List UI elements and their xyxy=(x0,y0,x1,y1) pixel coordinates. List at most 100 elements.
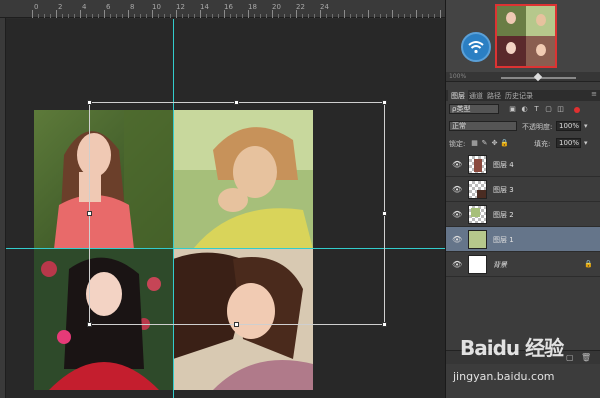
navigator-panel xyxy=(446,0,600,72)
ruler-tick xyxy=(428,14,429,18)
filter-type-icon[interactable]: T xyxy=(532,105,541,114)
tab-history[interactable]: 历史记录 xyxy=(502,90,536,101)
layer-name[interactable]: 图层 2 xyxy=(493,210,514,220)
zoom-thumb[interactable] xyxy=(533,72,543,82)
ruler-tick xyxy=(146,14,147,18)
navigator-thumbnail[interactable] xyxy=(495,4,557,68)
ruler-tick xyxy=(404,14,405,18)
transform-handle-bottom-right[interactable] xyxy=(382,322,387,327)
filter-adjustment-icon[interactable]: ◐ xyxy=(520,105,529,114)
ruler-tick xyxy=(308,14,309,18)
fill-dropdown-arrow-icon[interactable]: ▾ xyxy=(584,139,588,147)
ruler-tick xyxy=(422,14,423,18)
layer-row-selected[interactable]: 👁 图层 1 xyxy=(446,227,600,252)
document-canvas[interactable] xyxy=(6,19,445,398)
ruler-label: 16 xyxy=(224,3,233,11)
transform-handle-top-left[interactable] xyxy=(87,100,92,105)
ruler-tick xyxy=(116,14,117,18)
transform-handle-bottom-left[interactable] xyxy=(87,322,92,327)
layer-row-background[interactable]: 👁 背景 🔒 xyxy=(446,252,600,277)
visibility-eye-icon[interactable]: 👁 xyxy=(452,160,462,169)
ruler-tick xyxy=(152,10,153,18)
ruler-label: 8 xyxy=(130,3,135,11)
layer-row[interactable]: 👁 图层 2 xyxy=(446,202,600,227)
filter-shape-icon[interactable]: ▢ xyxy=(544,105,553,114)
wifi-icon xyxy=(461,32,491,62)
ruler-tick xyxy=(158,14,159,18)
zoom-slider[interactable]: 100% xyxy=(446,72,600,82)
blend-row: 正常 不透明度: 100% ▾ xyxy=(446,120,600,134)
visibility-eye-icon[interactable]: 👁 xyxy=(452,185,462,194)
transform-handle-right[interactable] xyxy=(382,211,387,216)
ruler-tick xyxy=(272,10,273,18)
transform-handle-bottom[interactable] xyxy=(234,322,239,327)
filter-smart-object-icon[interactable]: ◫ xyxy=(556,105,565,114)
layer-thumb-image xyxy=(477,190,486,198)
opacity-input[interactable]: 100% xyxy=(556,121,581,131)
layer-name[interactable]: 背景 xyxy=(493,260,507,270)
layer-thumbnail xyxy=(468,230,487,249)
ruler-tick xyxy=(62,14,63,18)
layer-row[interactable]: 👁 图层 4 xyxy=(446,152,600,177)
ruler-tick xyxy=(392,10,393,18)
transform-handle-left[interactable] xyxy=(87,211,92,216)
lock-all-icon[interactable]: 🔒 xyxy=(500,139,509,148)
ruler-tick xyxy=(68,14,69,18)
tab-channels[interactable]: 通道 xyxy=(466,90,486,101)
ruler-tick xyxy=(440,10,441,18)
ruler-tick xyxy=(410,14,411,18)
ruler-tick xyxy=(314,14,315,18)
ruler-tick xyxy=(212,14,213,18)
ruler-tick xyxy=(290,14,291,18)
layer-filter-dropdown[interactable]: ρ类型 xyxy=(449,104,499,114)
ruler-tick xyxy=(188,14,189,18)
ruler-tick xyxy=(320,10,321,18)
layer-name[interactable]: 图层 1 xyxy=(493,235,514,245)
delete-layer-icon[interactable]: 🗑 xyxy=(581,353,591,362)
ruler-label: 6 xyxy=(106,3,111,11)
blend-mode-dropdown[interactable]: 正常 xyxy=(449,121,517,131)
opacity-label: 不透明度: xyxy=(522,123,553,131)
lock-label: 锁定: xyxy=(449,140,466,148)
transform-handle-top-right[interactable] xyxy=(382,100,387,105)
lock-row: 锁定: ▦ ✎ ✥ 🔒 填充: 100% ▾ xyxy=(446,137,600,151)
right-panel: 100% 图层 通道 路径 历史记录 ≡ ρ类型 ▣ ◐ T ▢ ◫ 正常 不透… xyxy=(445,0,600,398)
ruler-tick xyxy=(176,10,177,18)
fill-input[interactable]: 100% xyxy=(556,138,581,148)
transform-handle-top[interactable] xyxy=(234,100,239,105)
ruler-tick xyxy=(260,14,261,18)
opacity-dropdown-arrow-icon[interactable]: ▾ xyxy=(584,122,588,130)
free-transform-box[interactable] xyxy=(87,100,387,327)
lock-move-icon[interactable]: ✥ xyxy=(490,139,499,148)
ruler-tick xyxy=(326,14,327,18)
filter-pixel-icon[interactable]: ▣ xyxy=(508,105,517,114)
panel-menu-icon[interactable]: ≡ xyxy=(591,90,597,98)
ruler-tick xyxy=(386,14,387,18)
visibility-eye-icon[interactable]: 👁 xyxy=(452,235,462,244)
ruler-tick xyxy=(332,14,333,18)
layer-name[interactable]: 图层 3 xyxy=(493,185,514,195)
visibility-eye-icon[interactable]: 👁 xyxy=(452,260,462,269)
ruler-tick xyxy=(92,14,93,18)
ruler-tick xyxy=(368,10,369,18)
ruler-tick xyxy=(110,14,111,18)
zoom-level: 100% xyxy=(449,73,467,80)
layer-name[interactable]: 图层 4 xyxy=(493,160,514,170)
ruler-tick xyxy=(278,14,279,18)
layer-row[interactable]: 👁 图层 3 xyxy=(446,177,600,202)
layer-thumbnail xyxy=(468,205,487,224)
wifi-symbol-icon xyxy=(468,41,484,54)
ruler-tick xyxy=(80,10,81,18)
tab-paths[interactable]: 路径 xyxy=(484,90,504,101)
tab-layers[interactable]: 图层 xyxy=(448,90,468,101)
lock-brush-icon[interactable]: ✎ xyxy=(480,139,489,148)
lock-transparent-icon[interactable]: ▦ xyxy=(470,139,479,148)
lock-icon: 🔒 xyxy=(584,260,593,268)
new-layer-icon[interactable]: ▢ xyxy=(566,353,574,362)
filter-toggle-icon[interactable] xyxy=(574,107,580,113)
ruler-tick xyxy=(380,14,381,18)
horizontal-ruler[interactable]: 0 2 4 6 8 10 12 14 16 18 20 22 24 xyxy=(0,0,445,18)
ruler-tick xyxy=(362,14,363,18)
ruler-tick xyxy=(170,14,171,18)
visibility-eye-icon[interactable]: 👁 xyxy=(452,210,462,219)
